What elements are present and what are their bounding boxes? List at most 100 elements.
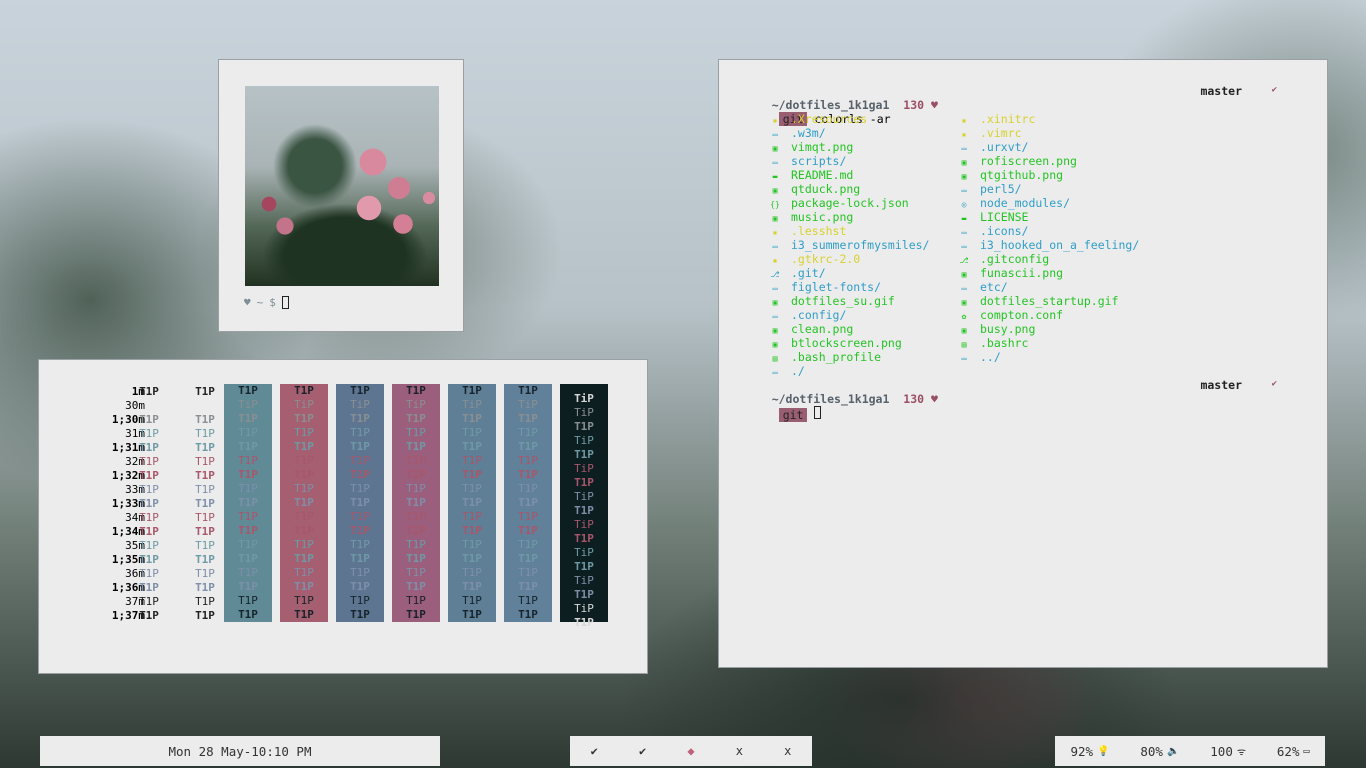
color-sample: T1P: [350, 524, 370, 537]
color-sample: T1P: [518, 580, 538, 593]
color-sample: TiP: [238, 398, 258, 411]
file-entry: ▪ .Xresources: [769, 112, 868, 126]
color-sample: T1P: [462, 412, 482, 425]
color-sample: T1P: [350, 426, 370, 439]
color-sample: T1P: [238, 454, 258, 467]
colorls-terminal-window[interactable]: ~/dotfiles_1k1ga1 130 ♥ master ✔ git col…: [718, 59, 1328, 668]
file-name: .vimrc: [980, 126, 1022, 140]
color-sample: T1P: [574, 448, 594, 461]
workspace-check-icon[interactable]: ✔: [591, 744, 598, 758]
file-name: qtgithub.png: [980, 168, 1064, 182]
color-sample: T1P: [518, 608, 538, 621]
photo-terminal-window[interactable]: ♥ ~ $: [218, 59, 464, 332]
color-sample: T1P: [139, 595, 159, 608]
file-name: .xinitrc: [980, 112, 1036, 126]
photo-window-prompt[interactable]: ♥ ~ $: [244, 296, 289, 309]
file-name: btlockscreen.png: [791, 336, 902, 350]
color-test-window[interactable]: 1m 30m 1;30m 31m 1;31m 32m 1;32m 33m 1;33m 34m 1;3…: [38, 359, 648, 674]
volume-icon: 🔈: [1166, 745, 1180, 757]
color-sample: T1P: [462, 482, 482, 495]
file-name: .bashrc: [980, 336, 1029, 350]
color-sample: T1P: [518, 482, 538, 495]
color-sample: T1P: [139, 441, 159, 454]
file-entry: ▪ .vimrc: [958, 126, 1022, 140]
stat-item: 62% ▭: [1277, 744, 1310, 759]
color-sample: T1P: [350, 468, 370, 481]
color-sample: T1P: [406, 580, 426, 593]
color-sample: T1P: [139, 413, 159, 426]
color-sample: T1P: [238, 440, 258, 453]
file-name: .gitconfig: [980, 252, 1050, 266]
exit-code: 130: [903, 392, 925, 406]
stat-value: 92%: [1070, 743, 1094, 759]
color-sample: TiP: [294, 398, 314, 411]
color-sample: T1P: [350, 552, 370, 565]
color-sample: T1P: [406, 566, 426, 579]
check-icon: ✔: [1271, 85, 1277, 95]
stat-value: 62%: [1276, 743, 1300, 759]
color-sample: T1P: [406, 510, 426, 523]
color-sample: T1P: [350, 608, 370, 621]
color-sample: TiP: [574, 434, 594, 447]
color-sample: T1P: [406, 608, 426, 621]
bulb-icon: 💡: [1097, 745, 1110, 757]
color-sample: TiP: [406, 398, 426, 411]
color-sample: T1P: [350, 580, 370, 593]
color-sample: T1P: [195, 567, 215, 580]
color-sample: T1P: [294, 608, 314, 621]
color-sample: T1P: [518, 440, 538, 453]
color-sample: T1P: [195, 413, 215, 426]
file-entry: ▣ dotfiles_startup.gif: [958, 294, 1119, 308]
file-entry: ▬ README.md: [769, 168, 854, 182]
file-entry: ▭ .urxvt/: [958, 140, 1029, 154]
color-sample: T1P: [238, 510, 258, 523]
color-sample: TiP: [574, 518, 594, 531]
stat-item: 80% 🔈: [1140, 744, 1179, 759]
file-entry: ⎇ .gitconfig: [958, 252, 1049, 266]
workspace-bar: ✔ ✔ ◆ x x: [570, 736, 812, 766]
clock-text: Mon 28 May-10:10 PM: [168, 743, 312, 759]
color-sample: T1P: [294, 468, 314, 481]
command-line-active[interactable]: git: [751, 392, 822, 422]
file-name: rofiscreen.png: [980, 154, 1077, 168]
color-sample: TiP: [574, 406, 594, 419]
file-entry: ▣ busy.png: [958, 322, 1036, 336]
color-sample: T1P: [518, 496, 538, 509]
color-sample: T1P: [139, 469, 159, 482]
file-name: .config/: [791, 308, 847, 322]
color-sample: T1P: [294, 524, 314, 537]
color-sample: T1P: [518, 566, 538, 579]
prompt-line-1: ~/dotfiles_1k1ga1 130 ♥: [744, 84, 938, 112]
file-entry: ▣ clean.png: [769, 322, 854, 336]
color-sample: T1P: [139, 497, 159, 510]
system-stats-bar: 92% 💡 80% 🔈 100 ᯤ 62% ▭: [1055, 736, 1325, 766]
battery-icon: ▭: [1303, 745, 1310, 757]
file-name: vimqt.png: [791, 140, 854, 154]
color-sample: T1P: [350, 482, 370, 495]
file-name: etc/: [980, 280, 1008, 294]
color-sample: [181, 399, 229, 413]
file-name: dotfiles_startup.gif: [980, 294, 1119, 308]
workspace-x-icon[interactable]: x: [736, 744, 743, 758]
color-sample: T1P: [462, 580, 482, 593]
color-sample: T1P: [574, 588, 594, 601]
color-sample: T1P: [195, 609, 215, 622]
file-name: scripts/: [791, 154, 847, 168]
file-entry: ▪ .gtkrc-2.0: [769, 252, 861, 266]
color-sample: [125, 399, 173, 413]
file-name: perl5/: [980, 182, 1022, 196]
color-sample: T1P: [195, 469, 215, 482]
color-sample: T1P: [238, 482, 258, 495]
color-sample: T1P: [462, 426, 482, 439]
workspace-check-icon[interactable]: ✔: [639, 744, 646, 758]
file-name: README.md: [791, 168, 854, 182]
color-sample: T1P: [462, 454, 482, 467]
color-sample: TiP: [518, 398, 538, 411]
color-sample: T1P: [139, 427, 159, 440]
file-entry: ▭ scripts/: [769, 154, 847, 168]
color-sample: T1P: [462, 566, 482, 579]
workspace-x-icon[interactable]: x: [784, 744, 791, 758]
workspace-gem-icon[interactable]: ◆: [687, 744, 694, 758]
text-cursor: [281, 296, 289, 309]
color-sample: T1P: [406, 384, 426, 397]
